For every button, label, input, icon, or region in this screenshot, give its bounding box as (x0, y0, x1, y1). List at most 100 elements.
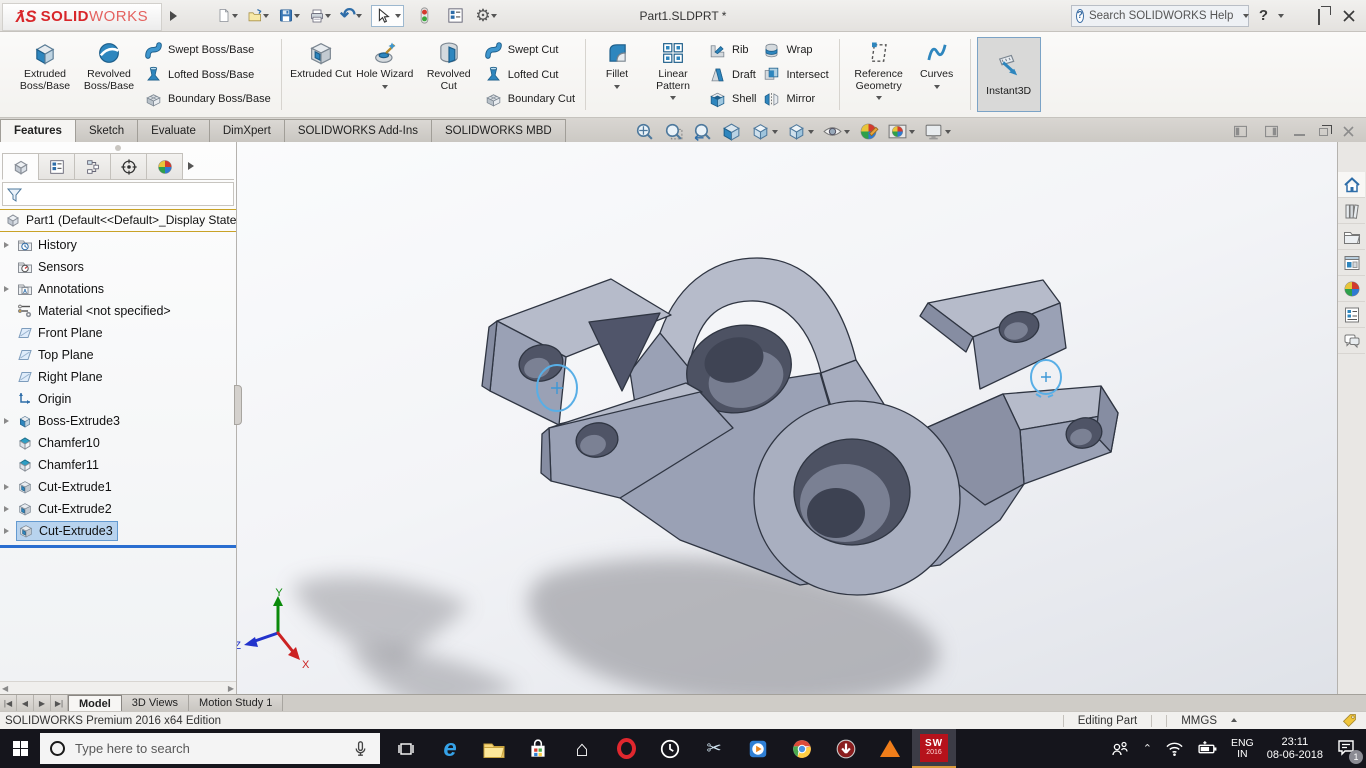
units-caret[interactable] (1231, 715, 1237, 722)
home-tab[interactable] (1338, 172, 1365, 198)
home-app-icon[interactable]: ⌂ (560, 729, 604, 768)
downloader-icon[interactable] (824, 729, 868, 768)
select-tool-button[interactable] (371, 5, 404, 27)
doc-restore-icon[interactable] (1319, 128, 1328, 136)
file-explorer-tab[interactable] (1338, 224, 1365, 250)
file-explorer-taskbar-icon[interactable] (472, 729, 516, 768)
edge-icon[interactable]: e (428, 729, 472, 768)
panel-grip[interactable] (115, 145, 121, 151)
fillet-button[interactable]: Fillet (594, 35, 640, 114)
curves-button[interactable]: Curves (912, 35, 962, 114)
rebuild-button[interactable] (413, 5, 435, 27)
appearances-tab[interactable] (1338, 276, 1365, 302)
view-orientation-icon[interactable] (748, 121, 780, 142)
scroll-last-icon[interactable]: ▶| (51, 695, 68, 711)
custom-properties-tab[interactable] (1338, 302, 1365, 328)
menu-flyout-arrow[interactable] (170, 11, 182, 21)
tree-item-cut-extrude2[interactable]: Cut-Extrude2 (0, 498, 236, 520)
tree-item-material[interactable]: Material <not specified> (0, 300, 236, 322)
tab-sketch[interactable]: Sketch (75, 119, 138, 142)
tree-item-front-plane[interactable]: Front Plane (0, 322, 236, 344)
reference-geometry-button[interactable]: Reference Geometry (848, 35, 910, 114)
linear-pattern-button[interactable]: Linear Pattern (642, 35, 704, 114)
microphone-icon[interactable] (351, 739, 370, 758)
swept-cut-button[interactable]: Swept Cut (484, 40, 575, 60)
display-style-icon[interactable] (784, 121, 816, 142)
tab-3d-views[interactable]: 3D Views (122, 695, 189, 711)
restore-button[interactable] (1318, 10, 1332, 22)
revolved-cut-button[interactable]: Revolved Cut (418, 35, 480, 114)
options-button[interactable]: ⚙ (475, 5, 497, 27)
panel-tabs-expand-arrow[interactable] (188, 162, 198, 170)
tab-configuration-manager[interactable] (74, 153, 111, 180)
tree-horizontal-scrollbar[interactable]: ◀ ▶ (0, 681, 236, 694)
tree-item-boss-extrude3[interactable]: Boss-Extrude3 (0, 410, 236, 432)
reference-geometry-caret[interactable] (876, 96, 882, 103)
tab-motion-study-1[interactable]: Motion Study 1 (189, 695, 283, 711)
previous-view-icon[interactable] (690, 121, 715, 142)
swept-boss-base-button[interactable]: Swept Boss/Base (144, 40, 271, 60)
fillet-caret[interactable] (614, 85, 620, 92)
edit-appearance-icon[interactable] (856, 121, 881, 142)
snipping-tool-icon[interactable]: ✂ (692, 729, 736, 768)
extruded-cut-button[interactable]: Extruded Cut (290, 35, 352, 114)
boundary-boss-base-button[interactable]: Boundary Boss/Base (144, 89, 271, 109)
tab-dimxpert-manager[interactable] (110, 153, 147, 180)
tab-featuremanager-tree[interactable] (2, 153, 39, 180)
pane-right-icon[interactable] (1263, 123, 1280, 140)
tree-item-cut-extrude1[interactable]: Cut-Extrude1 (0, 476, 236, 498)
extruded-boss-base-button[interactable]: Extruded Boss/Base (14, 35, 76, 114)
solidworks-taskbar-icon[interactable]: SW2016 (912, 729, 956, 768)
wifi-icon[interactable] (1165, 739, 1184, 758)
new-document-button[interactable] (216, 5, 238, 27)
alarms-icon[interactable] (648, 729, 692, 768)
scroll-prev-icon[interactable]: ◀ (17, 695, 34, 711)
undo-button[interactable]: ↶ (340, 5, 362, 27)
graphics-viewport[interactable]: Y Z X (237, 142, 1337, 694)
draft-button[interactable]: Draft (708, 65, 756, 85)
tab-display-manager[interactable] (146, 153, 183, 180)
taskbar-search-box[interactable]: Type here to search (40, 733, 380, 764)
tree-root-item[interactable]: Part1 (Default<<Default>_Display State (0, 210, 236, 230)
view-palette-tab[interactable] (1338, 250, 1365, 276)
people-icon[interactable] (1110, 739, 1130, 759)
solidworks-logo[interactable]: ƛS SOLIDWORKS (2, 3, 162, 31)
hole-wizard-button[interactable]: Hole Wizard (354, 35, 416, 114)
tab-dimxpert[interactable]: DimXpert (209, 119, 285, 142)
zoom-to-fit-icon[interactable] (632, 121, 657, 142)
scroll-right-icon[interactable]: ▶ (228, 684, 234, 693)
curves-caret[interactable] (934, 85, 940, 92)
instant3d-button[interactable]: Instant3D (977, 37, 1041, 112)
shell-button[interactable]: Shell (708, 89, 756, 109)
tree-item-chamfer10[interactable]: Chamfer10 (0, 432, 236, 454)
search-scope-caret[interactable] (1243, 14, 1249, 21)
tree-item-top-plane[interactable]: Top Plane (0, 344, 236, 366)
scroll-first-icon[interactable]: |◀ (0, 695, 17, 711)
tab-solidworks-mbd[interactable]: SOLIDWORKS MBD (431, 119, 566, 142)
language-indicator[interactable]: ENG IN (1231, 738, 1254, 760)
tab-features[interactable]: Features (0, 119, 76, 142)
tree-filter-box[interactable] (2, 182, 234, 206)
tab-solidworks-add-ins[interactable]: SOLIDWORKS Add-Ins (284, 119, 432, 142)
panel-splitter-handle[interactable] (234, 385, 242, 425)
tree-item-right-plane[interactable]: Right Plane (0, 366, 236, 388)
tree-item-history[interactable]: History (0, 234, 236, 256)
opera-icon[interactable] (604, 729, 648, 768)
battery-icon[interactable] (1197, 738, 1218, 759)
media-player-icon[interactable] (736, 729, 780, 768)
help-caret[interactable] (1278, 14, 1284, 21)
print-button[interactable] (309, 5, 331, 27)
tab-evaluate[interactable]: Evaluate (137, 119, 210, 142)
tab-property-manager[interactable] (38, 153, 75, 180)
scroll-next-icon[interactable]: ▶ (34, 695, 51, 711)
tree-item-sensors[interactable]: Sensors (0, 256, 236, 278)
tab-model[interactable]: Model (68, 695, 122, 711)
tree-item-chamfer11[interactable]: Chamfer11 (0, 454, 236, 476)
chrome-icon[interactable] (780, 729, 824, 768)
vlc-icon[interactable] (868, 729, 912, 768)
save-button[interactable] (278, 5, 300, 27)
help-button[interactable]: ? (1259, 7, 1268, 24)
intersect-button[interactable]: Intersect (762, 65, 828, 85)
revolved-boss-base-button[interactable]: Revolved Boss/Base (78, 35, 140, 114)
action-center-icon[interactable]: 1 (1336, 737, 1356, 760)
